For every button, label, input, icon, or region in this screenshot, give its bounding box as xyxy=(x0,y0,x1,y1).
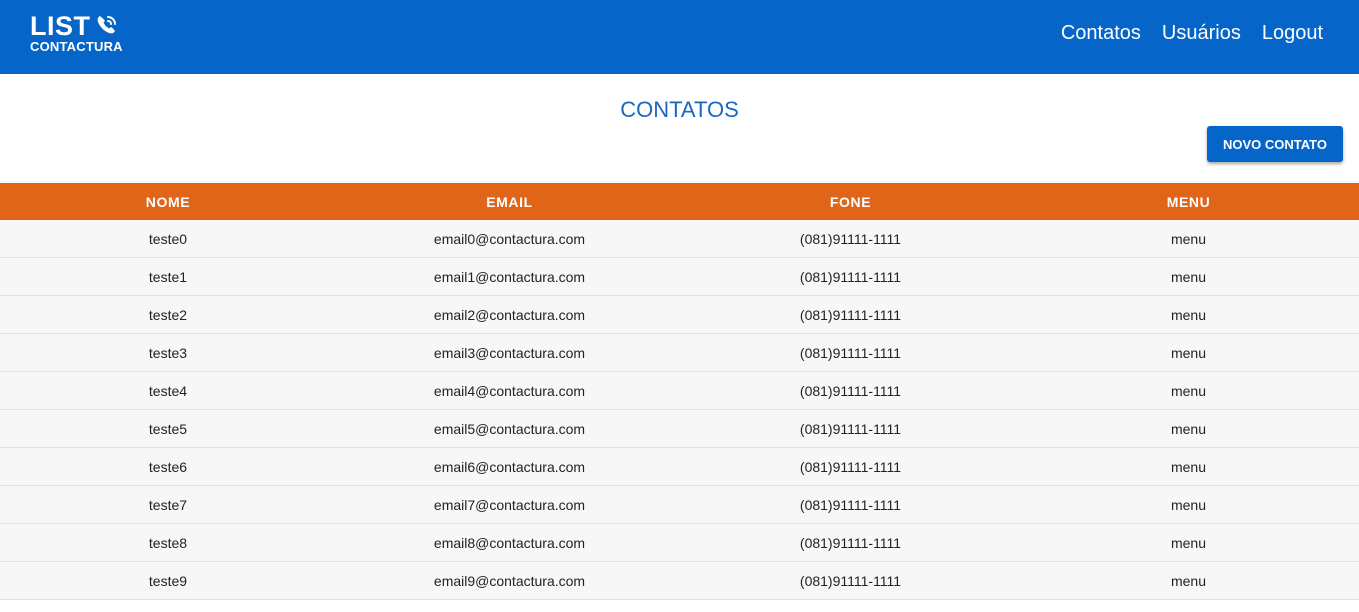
logo-main-text: LIST xyxy=(30,11,91,41)
table-row: teste9 email9@contactura.com (081)91111-… xyxy=(0,561,1359,600)
table-row: teste8 email8@contactura.com (081)91111-… xyxy=(0,523,1359,562)
row-menu-button[interactable]: menu xyxy=(1018,561,1359,600)
table-row: teste4 email4@contactura.com (081)91111-… xyxy=(0,371,1359,410)
cell-nome: teste0 xyxy=(0,220,336,258)
row-menu-button[interactable]: menu xyxy=(1018,257,1359,296)
cell-fone: (081)91111-1111 xyxy=(683,257,1018,296)
row-menu-button[interactable]: menu xyxy=(1018,523,1359,562)
cell-nome: teste8 xyxy=(0,523,336,562)
column-header-nome: NOME xyxy=(0,183,336,220)
table-body: teste0 email0@contactura.com (081)91111-… xyxy=(0,220,1359,600)
table-row: teste3 email3@contactura.com (081)91111-… xyxy=(0,333,1359,372)
phone-icon xyxy=(97,16,116,34)
cell-fone: (081)91111-1111 xyxy=(683,447,1018,486)
column-header-fone: FONE xyxy=(683,183,1018,220)
cell-nome: teste5 xyxy=(0,409,336,448)
logo-top-line: LIST xyxy=(30,11,123,41)
logo-sub-text: CONTACTURA xyxy=(30,39,123,54)
contacts-table: NOME EMAIL FONE MENU teste0 email0@conta… xyxy=(0,183,1359,600)
cell-email: email3@contactura.com xyxy=(336,333,683,372)
nav-link-logout[interactable]: Logout xyxy=(1262,20,1323,46)
cell-nome: teste7 xyxy=(0,485,336,524)
cell-email: email6@contactura.com xyxy=(336,447,683,486)
row-menu-button[interactable]: menu xyxy=(1018,409,1359,448)
cell-fone: (081)91111-1111 xyxy=(683,371,1018,410)
row-menu-button[interactable]: menu xyxy=(1018,447,1359,486)
page-title: CONTATOS xyxy=(620,97,739,122)
table-row: teste1 email1@contactura.com (081)91111-… xyxy=(0,257,1359,296)
cell-email: email8@contactura.com xyxy=(336,523,683,562)
cell-email: email1@contactura.com xyxy=(336,257,683,296)
row-menu-button[interactable]: menu xyxy=(1018,220,1359,258)
cell-nome: teste1 xyxy=(0,257,336,296)
nav-link-usuarios[interactable]: Usuários xyxy=(1162,20,1241,46)
main-nav: Contatos Usuários Logout xyxy=(1040,20,1323,46)
column-header-email: EMAIL xyxy=(336,183,683,220)
cell-fone: (081)91111-1111 xyxy=(683,561,1018,600)
table-row: teste0 email0@contactura.com (081)91111-… xyxy=(0,220,1359,258)
cell-nome: teste9 xyxy=(0,561,336,600)
app-logo[interactable]: LIST CONTACTURA xyxy=(30,11,123,54)
cell-email: email2@contactura.com xyxy=(336,295,683,334)
table-row: teste6 email6@contactura.com (081)91111-… xyxy=(0,447,1359,486)
contacts-table-container: NOME EMAIL FONE MENU teste0 email0@conta… xyxy=(0,183,1359,600)
nav-link-contatos[interactable]: Contatos xyxy=(1061,20,1141,46)
table-header-row: NOME EMAIL FONE MENU xyxy=(0,183,1359,220)
row-menu-button[interactable]: menu xyxy=(1018,295,1359,334)
cell-fone: (081)91111-1111 xyxy=(683,220,1018,258)
cell-email: email9@contactura.com xyxy=(336,561,683,600)
cell-email: email7@contactura.com xyxy=(336,485,683,524)
table-row: teste5 email5@contactura.com (081)91111-… xyxy=(0,409,1359,448)
new-contact-button[interactable]: NOVO CONTATO xyxy=(1207,126,1343,162)
table-row: teste2 email2@contactura.com (081)91111-… xyxy=(0,295,1359,334)
cell-fone: (081)91111-1111 xyxy=(683,333,1018,372)
table-row: teste7 email7@contactura.com (081)91111-… xyxy=(0,485,1359,524)
cell-email: email0@contactura.com xyxy=(336,220,683,258)
cell-fone: (081)91111-1111 xyxy=(683,295,1018,334)
cell-nome: teste2 xyxy=(0,295,336,334)
row-menu-button[interactable]: menu xyxy=(1018,485,1359,524)
top-navbar: LIST CONTACTURA Contatos Usuários Logout xyxy=(0,0,1359,74)
cell-nome: teste3 xyxy=(0,333,336,372)
row-menu-button[interactable]: menu xyxy=(1018,333,1359,372)
table-header: NOME EMAIL FONE MENU xyxy=(0,183,1359,220)
row-menu-button[interactable]: menu xyxy=(1018,371,1359,410)
cell-fone: (081)91111-1111 xyxy=(683,485,1018,524)
cell-fone: (081)91111-1111 xyxy=(683,523,1018,562)
cell-email: email4@contactura.com xyxy=(336,371,683,410)
column-header-menu: MENU xyxy=(1018,183,1359,220)
cell-nome: teste6 xyxy=(0,447,336,486)
cell-nome: teste4 xyxy=(0,371,336,410)
cell-email: email5@contactura.com xyxy=(336,409,683,448)
cell-fone: (081)91111-1111 xyxy=(683,409,1018,448)
